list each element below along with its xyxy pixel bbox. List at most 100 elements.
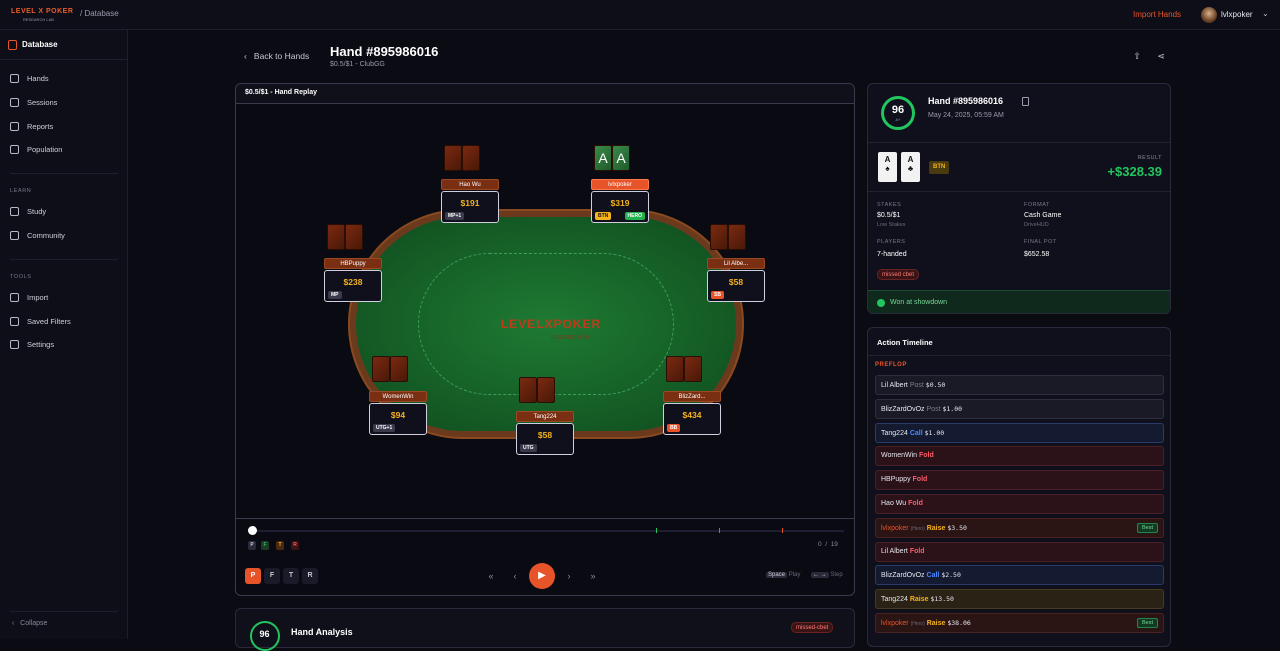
hand-analysis-panel: 96 Hand Analysis missed-cbet: [235, 608, 855, 651]
pot-label: FINAL POT: [1024, 239, 1057, 245]
stakes-value: $0.5/$1: [877, 212, 901, 219]
stack-amount: $94: [390, 410, 406, 420]
stack-amount: $191: [460, 198, 480, 208]
hand-replay-panel: $0.5/$1 - Hand Replay LEVELXPOKER RESEAR…: [235, 83, 855, 596]
action-player: HBPuppy: [881, 476, 911, 484]
position-badge: MP+1: [445, 212, 465, 220]
street-river-button[interactable]: R: [302, 568, 318, 584]
mini-street-flop[interactable]: F: [261, 541, 269, 550]
mini-street-river[interactable]: R: [291, 541, 299, 550]
stack-box: $58 SB: [707, 270, 765, 302]
sidebar-item-label: Study: [27, 207, 47, 216]
street-turn-button[interactable]: T: [283, 568, 299, 584]
breadcrumb[interactable]: / Database: [80, 9, 119, 18]
leak-tag[interactable]: missed cbet: [877, 269, 920, 280]
import-hands-link[interactable]: Import Hands: [1133, 10, 1181, 19]
timeline-action-row[interactable]: Lil Albert Post $0.50: [875, 375, 1164, 395]
play-button[interactable]: ▶: [529, 563, 555, 589]
timeline-action-row[interactable]: Tang224 Raise $13.50: [875, 589, 1164, 610]
upload-icon: [10, 293, 19, 302]
keyboard-hint-step: ← → Step: [811, 572, 843, 578]
sidebar-item-sessions[interactable]: Sessions: [10, 97, 120, 109]
sidebar-item-label: Sessions: [27, 98, 58, 107]
timeline-action-row[interactable]: Tang224 Call $1.00: [875, 422, 1164, 443]
action-player: lvlxpoker: [881, 620, 909, 627]
back-to-hands-link[interactable]: ‹ Back to Hands: [244, 51, 309, 61]
position-badge: BB: [667, 424, 681, 432]
mini-street-turn[interactable]: T: [276, 541, 284, 550]
replay-title: $0.5/$1 - Hand Replay: [245, 89, 317, 96]
link-share-icon[interactable]: ⋖: [1156, 51, 1166, 61]
timeline-action-row[interactable]: Hao Wu Fold: [875, 494, 1164, 514]
share-icon[interactable]: ⇧: [1132, 51, 1142, 61]
action-amount: $1.00: [942, 404, 963, 413]
skip-start-icon[interactable]: «: [484, 568, 498, 584]
timeline-action-row[interactable]: HBPuppy Fold: [875, 470, 1164, 491]
scrubber-handle[interactable]: [248, 526, 257, 535]
hero-card: A: [594, 145, 612, 171]
sidebar-item-hands[interactable]: Hands: [10, 73, 120, 85]
card-rank: A: [907, 155, 914, 164]
hands-icon: [10, 74, 19, 83]
sidebar-item-label: Community: [27, 231, 65, 240]
action-type: Raise: [926, 620, 946, 627]
street-flop-button[interactable]: F: [264, 568, 280, 584]
format-label: FORMAT: [1024, 202, 1050, 208]
sidebar-item-label: Population: [27, 145, 63, 154]
logo-subtext: RESEARCH LAB: [23, 17, 54, 22]
action-counter: 0 / 19: [818, 541, 838, 548]
sidebar-item-import[interactable]: Import: [10, 292, 120, 304]
timeline-action-row[interactable]: BlizZardOvOz Post $1.00: [875, 398, 1164, 419]
timeline-action-row[interactable]: lvlxpoker (Hero) Raise $38.06 Best: [875, 613, 1164, 633]
username[interactable]: lvlxpoker: [1221, 10, 1253, 19]
sidebar-item-saved-filters[interactable]: Saved Filters: [10, 316, 120, 328]
action-type: Raise: [926, 524, 946, 532]
sidebar-item-reports[interactable]: Reports: [10, 121, 120, 133]
sidebar-item-population[interactable]: Population: [10, 144, 120, 156]
divider: [10, 173, 118, 174]
card-back: [327, 224, 345, 250]
action-amount: $3.50: [947, 523, 967, 532]
timeline-action-row[interactable]: Lil Albert Fold: [875, 541, 1164, 562]
action-player: Lil Albert: [881, 382, 908, 389]
hero-marker: (Hero): [910, 525, 925, 532]
action-player: Tang224: [881, 429, 908, 437]
stack-amount: $434: [682, 410, 702, 420]
collapse-button[interactable]: ‹ Collapse: [12, 620, 47, 627]
action-player: Hao Wu: [881, 500, 907, 507]
section-learn: LEARN: [10, 188, 32, 194]
score-ring: 96: [250, 621, 280, 651]
timeline-scrubber[interactable]: [248, 530, 844, 532]
timeline-action-row[interactable]: lvlxpoker (Hero) Raise $3.50 Best: [875, 517, 1164, 538]
analysis-title: Hand Analysis: [291, 627, 353, 637]
river-marker: [782, 528, 783, 533]
summary-date: May 24, 2025, 05:59 AM: [928, 112, 1004, 119]
mini-street-preflop[interactable]: P: [248, 541, 256, 550]
bookmark-icon[interactable]: [1022, 97, 1029, 106]
chevron-down-icon[interactable]: ⌄: [1262, 9, 1269, 18]
avatar[interactable]: [1201, 7, 1217, 23]
face-down-cards: [710, 224, 748, 250]
stakes-sub: Low Stakes: [877, 222, 906, 228]
timeline-action-row[interactable]: WomenWin Fold: [875, 446, 1164, 467]
sidebar-item-study[interactable]: Study: [10, 206, 120, 218]
hero-cards: A A: [594, 145, 632, 171]
street-preflop-button[interactable]: P: [245, 568, 261, 584]
leak-tag[interactable]: missed-cbet: [791, 622, 834, 633]
showdown-banner: Won at showdown: [868, 290, 1170, 313]
skip-end-icon[interactable]: »: [586, 568, 600, 584]
card-back: [728, 224, 746, 250]
timeline-action-row[interactable]: BlizZardOvOz Call $2.50: [875, 565, 1164, 586]
sidebar-header[interactable]: Database: [0, 30, 127, 60]
step-back-icon[interactable]: ‹: [508, 568, 522, 584]
sidebar-item-settings[interactable]: Settings: [10, 339, 120, 351]
score-value: 96: [891, 104, 905, 116]
face-down-cards: [519, 377, 557, 403]
step-forward-icon[interactable]: ›: [562, 568, 576, 584]
sidebar-item-community[interactable]: Community: [10, 230, 120, 242]
filter-icon: [10, 317, 19, 326]
top-bar: LEVEL X POKER RESEARCH LAB / Database Im…: [0, 0, 1280, 30]
app-logo[interactable]: LEVEL X POKER RESEARCH LAB: [11, 8, 73, 22]
sidebar: Database Hands Sessions Reports Populati…: [0, 30, 128, 639]
book-icon: [10, 207, 19, 216]
